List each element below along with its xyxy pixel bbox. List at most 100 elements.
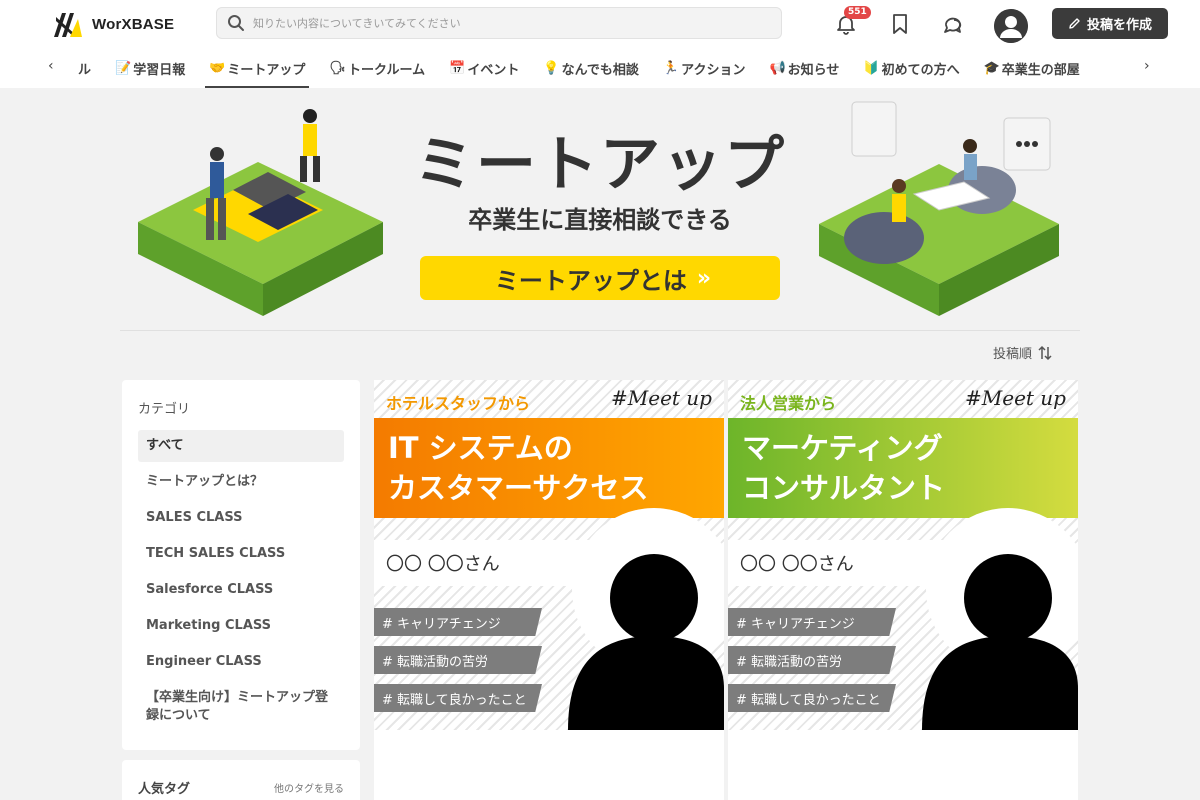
nav-item-consult[interactable]: 💡 なんでも相談 xyxy=(531,48,651,88)
category-list: すべて ミートアップとは？ SALES CLASS TECH SALES CLA… xyxy=(138,430,344,736)
category-item-sales-class[interactable]: SALES CLASS xyxy=(138,502,344,534)
nav-item-study-report[interactable]: 📝 学習日報 xyxy=(103,48,197,88)
card-tag: # 転職活動の苦労 xyxy=(374,646,542,674)
calendar-icon: 📅 xyxy=(449,60,466,76)
meetup-card[interactable]: ホテルスタッフから #Meet up IT システムの カスタマーサクセス 〇〇… xyxy=(374,380,724,800)
memo-icon: 📝 xyxy=(115,60,132,76)
beginner-mark-icon: 🔰 xyxy=(863,60,880,76)
chat-button[interactable] xyxy=(938,10,966,38)
category-item-about-meetup[interactable]: ミートアップとは？ xyxy=(138,466,344,498)
top-header: WorXBASE 551 xyxy=(0,0,1200,48)
popular-tags-panel: 人気タグ 他のタグを見る xyxy=(122,760,360,800)
card-title-line2: カスタマーサクセス xyxy=(388,471,649,505)
bookmarks-button[interactable] xyxy=(886,10,914,38)
card-meetup-tag: #Meet up xyxy=(965,386,1066,410)
nav-item-label: アクション xyxy=(681,62,746,78)
card-header-strip: ホテルスタッフから #Meet up xyxy=(374,380,724,418)
card-tag: # 転職して良かったこと xyxy=(374,684,542,712)
category-item-engineer-class[interactable]: Engineer CLASS xyxy=(138,646,344,678)
card-tag: # 転職活動の苦労 xyxy=(728,646,896,674)
double-chevron-right-icon: » xyxy=(696,265,711,291)
category-sidebar: カテゴリ すべて ミートアップとは？ SALES CLASS TECH SALE… xyxy=(122,380,360,750)
sort-toggle[interactable]: 投稿順 xyxy=(993,343,1052,362)
card-tag: # 転職して良かったこと xyxy=(728,684,896,712)
chat-icon xyxy=(944,17,962,33)
sidebar-title: カテゴリ xyxy=(138,402,191,417)
search-icon xyxy=(228,15,244,31)
notification-badge: 551 xyxy=(844,6,871,19)
nav-item-partial[interactable]: ル xyxy=(64,48,103,88)
what-is-meetup-label: ミートアップとは xyxy=(494,266,687,295)
meetup-card[interactable]: 法人営業から #Meet up マーケティング コンサルタント 〇〇 〇〇さん … xyxy=(728,380,1078,800)
pencil-icon xyxy=(1069,18,1080,29)
search-input[interactable] xyxy=(253,16,753,30)
card-origin: 法人営業から xyxy=(740,394,837,413)
card-tag-list: # キャリアチェンジ # 転職活動の苦労 # 転職して良かったこと xyxy=(728,608,908,722)
create-post-label: 投稿を作成 xyxy=(1086,18,1152,33)
nav-item-label: 卒業生の部屋 xyxy=(1001,62,1080,78)
popular-tags-title: 人気タグ xyxy=(138,782,191,797)
nav-item-beginners[interactable]: 🔰 初めての方へ xyxy=(851,48,971,88)
nav-item-label: お知らせ xyxy=(787,62,840,78)
sort-arrows-icon xyxy=(1038,345,1052,360)
logo-text: WorXBASE xyxy=(92,15,175,33)
logo[interactable]: WorXBASE xyxy=(52,8,174,40)
card-tag: # キャリアチェンジ xyxy=(374,608,542,636)
category-item-graduate-registration[interactable]: 【卒業生向け】ミートアップ登録について xyxy=(138,682,344,732)
category-item-salesforce-class[interactable]: Salesforce CLASS xyxy=(138,574,344,606)
graduation-cap-icon: 🎓 xyxy=(983,60,1000,76)
hero-title: ミートアップ xyxy=(414,130,786,200)
nav-item-label: 学習日報 xyxy=(133,62,186,78)
nav-item-label: 初めての方へ xyxy=(881,62,960,78)
category-nav: ‹ ル 📝 学習日報 🤝 ミートアップ 🗣 トークルーム 📅 イベント 💡 なんでも相談 … xyxy=(0,48,1200,88)
nav-next-arrow[interactable]: › xyxy=(1144,58,1150,74)
nav-items: ル 📝 学習日報 🤝 ミートアップ 🗣 トークルーム 📅 イベント 💡 なんでも相談 🏃 ア… xyxy=(64,48,1092,88)
handshake-icon: 🤝 xyxy=(209,60,226,76)
nav-item-label: ル xyxy=(78,62,92,78)
nav-item-label: なんでも相談 xyxy=(561,62,639,78)
user-avatar[interactable] xyxy=(994,9,1028,43)
nav-item-meetup[interactable]: 🤝 ミートアップ xyxy=(197,48,317,88)
nav-item-action[interactable]: 🏃 アクション xyxy=(651,48,758,88)
card-title-line1: IT システムの xyxy=(388,431,573,465)
notifications-button[interactable]: 551 xyxy=(832,6,871,38)
bookmark-icon xyxy=(893,14,907,34)
search-bar[interactable] xyxy=(216,7,782,39)
sort-label: 投稿順 xyxy=(993,347,1033,362)
card-tag-list: # キャリアチェンジ # 転職活動の苦労 # 転職して良かったこと xyxy=(374,608,554,722)
lightbulb-icon: 💡 xyxy=(543,60,560,76)
card-title-line2: コンサルタント xyxy=(742,471,946,505)
person-silhouette-icon xyxy=(922,508,1078,730)
hero-divider xyxy=(120,330,1080,331)
puzzle-illustration xyxy=(138,109,383,316)
meeting-illustration xyxy=(819,101,1059,316)
megaphone-icon: 📢 xyxy=(769,60,786,76)
more-tags-link[interactable]: 他のタグを見る xyxy=(274,780,344,795)
hero-banner: ミートアップ 卒業生に直接相談できる ミートアップとは » xyxy=(120,88,1080,328)
hero-subtitle: 卒業生に直接相談できる xyxy=(468,206,732,234)
nav-item-event[interactable]: 📅 イベント xyxy=(437,48,531,88)
nav-item-news[interactable]: 📢 お知らせ xyxy=(757,48,851,88)
card-origin: ホテルスタッフから xyxy=(386,394,531,413)
create-post-button[interactable]: 投稿を作成 xyxy=(1052,8,1168,39)
person-silhouette-icon xyxy=(568,508,724,730)
card-title-band: マーケティング コンサルタント xyxy=(728,418,1078,518)
user-icon xyxy=(994,9,1028,43)
nav-item-talk-room[interactable]: 🗣 トークルーム xyxy=(317,48,437,88)
card-title-band: IT システムの カスタマーサクセス xyxy=(374,418,724,518)
card-meetup-tag: #Meet up xyxy=(611,386,712,410)
card-header-strip: 法人営業から #Meet up xyxy=(728,380,1078,418)
category-item-tech-sales-class[interactable]: TECH SALES CLASS xyxy=(138,538,344,570)
card-bottom xyxy=(374,730,724,800)
card-title-line1: マーケティング xyxy=(742,431,943,465)
nav-prev-arrow[interactable]: ‹ xyxy=(48,58,54,74)
speaking-head-icon: 🗣 xyxy=(329,60,346,76)
nav-item-graduates[interactable]: 🎓 卒業生の部屋 xyxy=(972,48,1092,88)
card-tag: # キャリアチェンジ xyxy=(728,608,896,636)
category-item-all[interactable]: すべて xyxy=(138,430,344,462)
category-item-marketing-class[interactable]: Marketing CLASS xyxy=(138,610,344,642)
logo-icon xyxy=(54,13,82,37)
nav-item-label: イベント xyxy=(467,62,520,78)
runner-icon: 🏃 xyxy=(662,60,680,76)
what-is-meetup-button[interactable]: ミートアップとは » xyxy=(420,256,780,300)
